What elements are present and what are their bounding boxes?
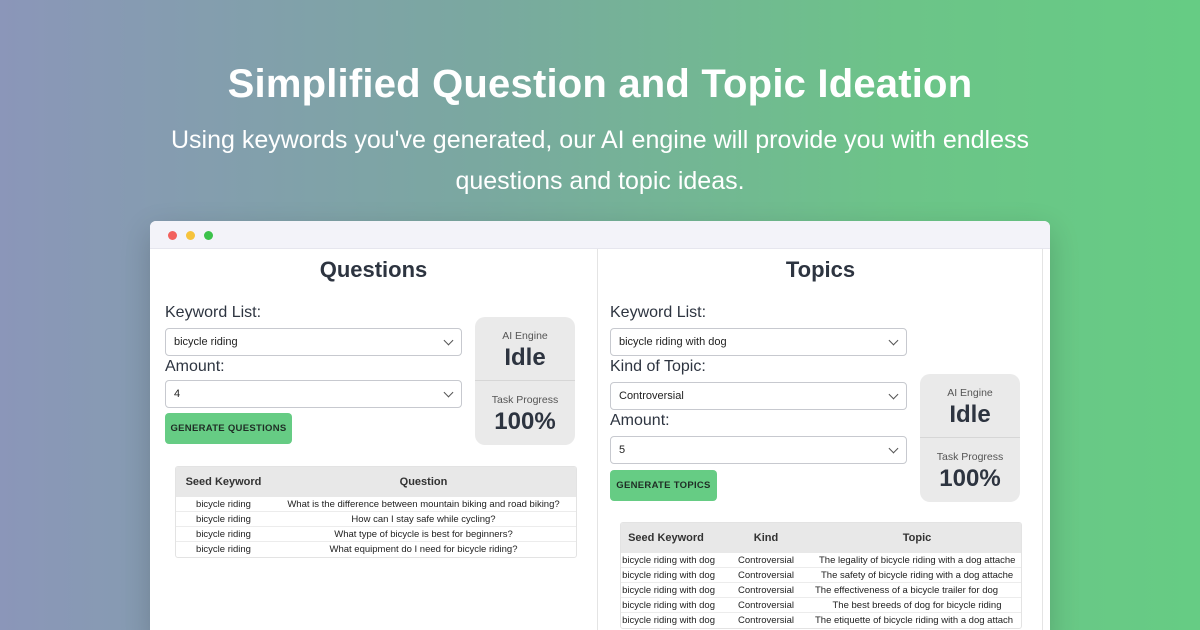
seed-keyword-cell: bicycle riding bbox=[196, 544, 251, 555]
questions-amount-select[interactable]: 4 bbox=[165, 380, 462, 408]
table-row[interactable]: bicycle riding with dog Controversial Th… bbox=[621, 583, 1021, 598]
table-row[interactable]: bicycle riding What equipment do I need … bbox=[176, 542, 576, 557]
kind-cell: Controversial bbox=[738, 555, 794, 566]
chevron-down-icon bbox=[888, 443, 899, 454]
questions-status-card: AI Engine Idle Task Progress 100% bbox=[475, 317, 575, 445]
table-row[interactable]: bicycle riding What is the difference be… bbox=[176, 497, 576, 512]
hero-subtitle: Using keywords you've generated, our AI … bbox=[170, 126, 1030, 195]
window-titlebar bbox=[150, 221, 1050, 249]
close-window-dot[interactable] bbox=[168, 231, 177, 240]
column-header-question[interactable]: Question bbox=[271, 467, 576, 497]
topics-amount-select[interactable]: 5 bbox=[610, 436, 907, 464]
topics-panel: Topics Keyword List: bicycle riding with… bbox=[599, 249, 1043, 630]
seed-keyword-cell: bicycle riding with dog bbox=[622, 585, 715, 596]
column-header-topic[interactable]: Topic bbox=[811, 523, 1021, 553]
topics-keyword-value: bicycle riding with dog bbox=[619, 336, 727, 348]
table-row[interactable]: bicycle riding What type of bicycle is b… bbox=[176, 527, 576, 542]
seed-keyword-cell: bicycle riding with dog bbox=[622, 555, 715, 566]
seed-keyword-cell: bicycle riding with dog bbox=[622, 570, 715, 581]
ai-engine-label: AI Engine bbox=[502, 330, 548, 342]
chevron-down-icon bbox=[888, 389, 899, 400]
questions-amount-label: Amount: bbox=[165, 358, 225, 375]
kind-cell: Controversial bbox=[738, 600, 794, 611]
seed-keyword-cell: bicycle riding with dog bbox=[622, 615, 715, 626]
ai-engine-status: Idle bbox=[504, 344, 546, 371]
table-row[interactable]: bicycle riding with dog Controversial Th… bbox=[621, 613, 1021, 628]
ai-engine-status: Idle bbox=[949, 401, 991, 428]
task-progress-value: 100% bbox=[494, 408, 556, 435]
topic-cell: The best breeds of dog for bicycle ridin… bbox=[832, 600, 1002, 611]
topics-keyword-select[interactable]: bicycle riding with dog bbox=[610, 328, 907, 356]
kind-cell: Controversial bbox=[738, 585, 794, 596]
chevron-down-icon bbox=[443, 387, 454, 398]
table-row[interactable]: bicycle riding with dog Controversial Th… bbox=[621, 568, 1021, 583]
ai-engine-label: AI Engine bbox=[947, 387, 993, 399]
task-progress-label: Task Progress bbox=[936, 451, 1004, 463]
topic-cell: The safety of bicycle riding with a dog … bbox=[821, 570, 1014, 581]
kind-cell: Controversial bbox=[738, 615, 794, 626]
app-window: Questions Keyword List: bicycle riding A… bbox=[150, 221, 1050, 630]
chevron-down-icon bbox=[888, 335, 899, 346]
seed-keyword-cell: bicycle riding bbox=[196, 499, 251, 510]
generate-questions-button[interactable]: GENERATE QUESTIONS bbox=[165, 413, 292, 444]
questions-keyword-select[interactable]: bicycle riding bbox=[165, 328, 462, 356]
topic-cell: The effectiveness of a bicycle trailer f… bbox=[815, 585, 999, 596]
minimize-window-dot[interactable] bbox=[186, 231, 195, 240]
topic-cell: The etiquette of bicycle riding with a d… bbox=[815, 615, 1014, 626]
column-header-seed-keyword[interactable]: Seed Keyword bbox=[621, 523, 711, 553]
maximize-window-dot[interactable] bbox=[204, 231, 213, 240]
seed-keyword-cell: bicycle riding bbox=[196, 529, 251, 540]
hero-title: Simplified Question and Topic Ideation bbox=[227, 62, 973, 106]
questions-table-header: Seed Keyword Question bbox=[176, 467, 576, 497]
questions-panel: Questions Keyword List: bicycle riding A… bbox=[150, 249, 598, 630]
table-row[interactable]: bicycle riding with dog Controversial Th… bbox=[621, 598, 1021, 613]
topics-table: Seed Keyword Kind Topic bicycle riding w… bbox=[620, 522, 1022, 629]
kind-cell: Controversial bbox=[738, 570, 794, 581]
topics-status-card: AI Engine Idle Task Progress 100% bbox=[920, 374, 1020, 502]
generate-topics-button[interactable]: GENERATE TOPICS bbox=[610, 470, 717, 501]
column-header-kind[interactable]: Kind bbox=[721, 523, 811, 553]
questions-keyword-value: bicycle riding bbox=[174, 336, 238, 348]
task-progress-value: 100% bbox=[939, 465, 1001, 492]
task-progress-label: Task Progress bbox=[491, 394, 559, 406]
questions-amount-value: 4 bbox=[174, 388, 181, 400]
topics-kind-label: Kind of Topic: bbox=[610, 358, 706, 375]
column-header-seed-keyword[interactable]: Seed Keyword bbox=[176, 467, 271, 497]
seed-keyword-cell: bicycle riding bbox=[196, 514, 251, 525]
topics-keyword-label: Keyword List: bbox=[610, 304, 707, 321]
table-row[interactable]: bicycle riding How can I stay safe while… bbox=[176, 512, 576, 527]
question-cell: What type of bicycle is best for beginne… bbox=[334, 529, 513, 540]
topics-table-header: Seed Keyword Kind Topic bbox=[621, 523, 1021, 553]
topics-amount-label: Amount: bbox=[610, 412, 670, 429]
table-row[interactable]: bicycle riding with dog Controversial Th… bbox=[621, 553, 1021, 568]
question-cell: What is the difference between mountain … bbox=[287, 499, 560, 510]
seed-keyword-cell: bicycle riding with dog bbox=[622, 600, 715, 611]
topics-amount-value: 5 bbox=[619, 444, 626, 456]
topic-cell: The legality of bicycle riding with a do… bbox=[819, 555, 1016, 566]
questions-keyword-label: Keyword List: bbox=[165, 304, 262, 321]
questions-title: Questions bbox=[319, 257, 428, 282]
topics-title: Topics bbox=[785, 257, 856, 282]
chevron-down-icon bbox=[443, 335, 454, 346]
question-cell: What equipment do I need for bicycle rid… bbox=[329, 544, 518, 555]
topics-kind-select[interactable]: Controversial bbox=[610, 382, 907, 410]
questions-table: Seed Keyword Question bicycle riding Wha… bbox=[175, 466, 577, 558]
topics-kind-value: Controversial bbox=[619, 390, 684, 402]
question-cell: How can I stay safe while cycling? bbox=[351, 514, 496, 525]
